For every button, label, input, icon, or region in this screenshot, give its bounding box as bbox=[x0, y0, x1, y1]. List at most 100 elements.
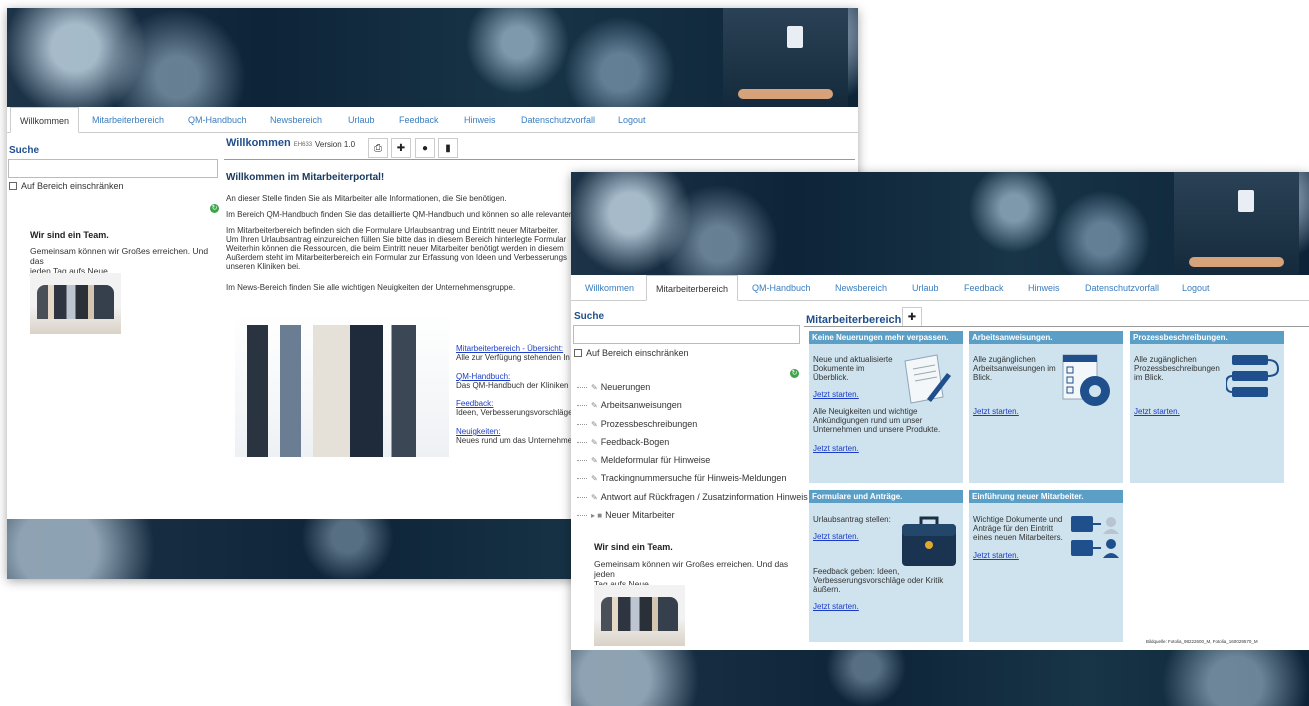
tile-text-a: Alle zugänglichen Arbeitsanweisungen im Bl… bbox=[973, 355, 1056, 383]
tile-text-a2: Dokumente im bbox=[813, 364, 865, 374]
tab-hinweis[interactable]: Hinweis bbox=[1028, 275, 1060, 301]
restrict-checkbox[interactable]: Auf Bereich einschränken bbox=[574, 348, 689, 358]
document-icon bbox=[787, 26, 803, 48]
briefcase-icon bbox=[902, 516, 956, 566]
checkbox-icon[interactable] bbox=[9, 182, 17, 190]
version-label: Version 1.0 bbox=[315, 140, 356, 149]
tab-urlaub[interactable]: Urlaub bbox=[348, 107, 375, 133]
tab-urlaub[interactable]: Urlaub bbox=[912, 275, 939, 301]
tile-text-a2: Anträge für den Eintritt bbox=[973, 524, 1054, 534]
tab-logout[interactable]: Logout bbox=[1182, 275, 1210, 301]
tree-item-feedback-bogen[interactable]: ✎ Feedback-Bogen bbox=[574, 433, 808, 451]
folder-icon: ▸ ■ bbox=[591, 511, 603, 521]
team-photo bbox=[594, 585, 685, 646]
welcome-heading: Willkommen im Mitarbeiterportal! bbox=[226, 172, 385, 183]
start-link[interactable]: Jetzt starten. bbox=[813, 532, 859, 541]
tile-text-a3: im Blick. bbox=[1134, 373, 1164, 383]
tile-formulare: Formulare und Anträge. Urlaubsantrag ste… bbox=[809, 490, 963, 642]
link-qm-handbuch[interactable]: QM-Handbuch: bbox=[456, 372, 510, 381]
print-button[interactable]: ⎙ bbox=[368, 138, 388, 158]
team-heading: Wir sind ein Team. bbox=[30, 230, 109, 240]
page-code: EH633 bbox=[293, 142, 313, 148]
refresh-icon[interactable]: ↻ bbox=[790, 369, 799, 378]
tile-text-b1: Feedback geben: Ideen, bbox=[813, 567, 900, 576]
link-desc-neuigkeiten: Neues rund um das Unternehme bbox=[456, 436, 573, 445]
refresh-icon[interactable]: ↻ bbox=[210, 204, 219, 213]
tab-qm-handbuch[interactable]: QM-Handbuch bbox=[752, 275, 811, 301]
link-neuigkeiten[interactable]: Neuigkeiten: bbox=[456, 427, 500, 436]
pin-icon: ✎ bbox=[591, 419, 598, 429]
tile-text-b3: Unternehmen und unsere Produkte. bbox=[813, 425, 941, 435]
page-title-text: Willkommen bbox=[226, 137, 291, 149]
start-link[interactable]: Jetzt starten. bbox=[813, 444, 859, 453]
add-button[interactable]: ✚ bbox=[391, 138, 411, 158]
tile-header: Einführung neuer Mitarbeiter. bbox=[969, 490, 1123, 503]
tree-item-meldeformular[interactable]: ✎ Meldeformular für Hinweise bbox=[574, 451, 808, 469]
documents-pen-icon bbox=[904, 354, 951, 404]
tree-item-prozessbeschreibungen[interactable]: ✎ Prozessbeschreibungen bbox=[574, 415, 808, 433]
tile-header: Keine Neuerungen mehr verpassen. bbox=[809, 331, 963, 344]
tile-text-a1: Wichtige Dokumente und bbox=[973, 515, 1063, 524]
checkbox-icon[interactable] bbox=[574, 349, 582, 357]
tab-mitarbeiterbereich[interactable]: Mitarbeiterbereich bbox=[646, 275, 739, 301]
search-input[interactable] bbox=[8, 159, 218, 178]
tree-item-label: Trackingnummersuche für Hinweis-Meldunge… bbox=[600, 473, 787, 484]
tile-text-a3: Blick. bbox=[973, 373, 993, 383]
tab-logout[interactable]: Logout bbox=[618, 107, 646, 133]
team-heading: Wir sind ein Team. bbox=[594, 542, 673, 552]
tree-item-arbeitsanweisungen[interactable]: ✎ Arbeitsanweisungen bbox=[574, 396, 808, 414]
tile-text-a1: Alle zugänglichen bbox=[973, 355, 1036, 364]
tab-feedback[interactable]: Feedback bbox=[399, 107, 439, 133]
tile-text-b2: Ankündigungen rund um unser bbox=[813, 416, 923, 426]
tab-willkommen[interactable]: Willkommen bbox=[585, 275, 634, 301]
tab-newsbereich[interactable]: Newsbereich bbox=[835, 275, 887, 301]
tab-datenschutzvorfall[interactable]: Datenschutzvorfall bbox=[1085, 275, 1159, 301]
restrict-label: Auf Bereich einschränken bbox=[21, 181, 124, 191]
start-link[interactable]: Jetzt starten. bbox=[1134, 407, 1180, 416]
restrict-checkbox[interactable]: Auf Bereich einschränken bbox=[9, 181, 124, 191]
tile-text-a2: Arbeitsanweisungen im bbox=[973, 364, 1056, 374]
team-text: Gemeinsam können wir Großes erreichen. U… bbox=[30, 246, 220, 276]
tree-item-label: Feedback-Bogen bbox=[600, 436, 670, 447]
tab-qm-handbuch[interactable]: QM-Handbuch bbox=[188, 107, 247, 133]
tile-text-a: Wichtige Dokumente und Anträge für den Ei… bbox=[973, 515, 1063, 543]
tree-item-neuerungen[interactable]: ✎ Neuerungen bbox=[574, 378, 808, 396]
comment-button[interactable]: ● bbox=[415, 138, 435, 158]
team-photo bbox=[30, 273, 121, 334]
tab-hinweis[interactable]: Hinweis bbox=[464, 107, 496, 133]
tree-item-label: Meldeformular für Hinweise bbox=[600, 455, 711, 466]
paragraph-1: An dieser Stelle finden Sie als Mitarbei… bbox=[226, 194, 507, 203]
paragraph-4: Im News-Bereich finden Sie alle wichtige… bbox=[226, 283, 516, 292]
tab-newsbereich[interactable]: Newsbereich bbox=[270, 107, 322, 133]
tile-text-b3: äußern. bbox=[813, 585, 841, 595]
tile-neuerungen: Keine Neuerungen mehr verpassen. Neue un… bbox=[809, 331, 963, 483]
tab-mitarbeiterbereich[interactable]: Mitarbeiterbereich bbox=[92, 107, 164, 133]
office-team-photo bbox=[235, 314, 449, 457]
tile-neue-mitarbeiter: Einführung neuer Mitarbeiter. Wichtige D… bbox=[969, 490, 1123, 642]
bookmark-button[interactable]: ▮ bbox=[438, 138, 458, 158]
business-person-image bbox=[1174, 172, 1299, 275]
tab-datenschutzvorfall[interactable]: Datenschutzvorfall bbox=[521, 107, 595, 133]
tile-text-a: Alle zugänglichen Prozessbeschreibungen im… bbox=[1134, 355, 1220, 383]
paragraph-3-line-5: unseren Kliniken bei. bbox=[226, 262, 301, 271]
plus-icon: ✚ bbox=[396, 143, 406, 154]
link-mitarbeiterbereich[interactable]: Mitarbeiterbereich - Übersicht: bbox=[456, 344, 563, 353]
start-link[interactable]: Jetzt starten. bbox=[813, 602, 859, 611]
document-icon bbox=[1238, 190, 1254, 212]
search-label: Suche bbox=[574, 311, 605, 322]
onboarding-people-icon bbox=[1071, 516, 1119, 558]
tree-item-antwort-rueckfragen[interactable]: ✎ Antwort auf Rückfragen / Zusatzinformat… bbox=[574, 488, 808, 506]
start-link[interactable]: Jetzt starten. bbox=[813, 390, 859, 399]
category-tree: ✎ Neuerungen ✎ Arbeitsanweisungen ✎ Prozess… bbox=[574, 378, 808, 524]
tree-item-neuer-mitarbeiter[interactable]: ▸ ■ Neuer Mitarbeiter bbox=[574, 506, 808, 524]
pin-icon: ✎ bbox=[591, 383, 598, 392]
tab-willkommen[interactable]: Willkommen bbox=[10, 107, 80, 133]
link-feedback[interactable]: Feedback: bbox=[456, 399, 493, 408]
tab-feedback[interactable]: Feedback bbox=[964, 275, 1004, 301]
start-link[interactable]: Jetzt starten. bbox=[973, 407, 1019, 416]
main-nav: Willkommen Mitarbeiterbereich QM-Handbuc… bbox=[571, 275, 1309, 301]
start-link[interactable]: Jetzt starten. bbox=[973, 551, 1019, 560]
tree-item-trackingnummersuche[interactable]: ✎ Trackingnummersuche für Hinweis-Meldung… bbox=[574, 469, 808, 487]
add-button[interactable]: ✚ bbox=[902, 307, 922, 327]
search-input[interactable] bbox=[573, 325, 800, 344]
